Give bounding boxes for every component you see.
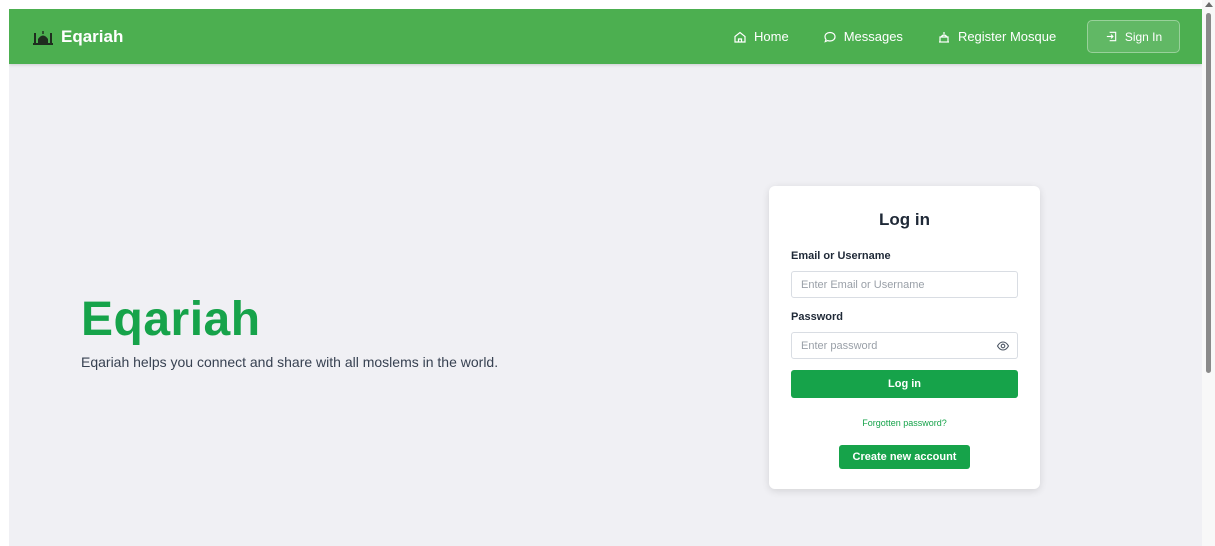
password-label: Password <box>791 311 843 323</box>
eye-icon[interactable] <box>996 339 1010 353</box>
login-button[interactable]: Log in <box>791 370 1018 398</box>
brand-name: Eqariah <box>61 26 124 46</box>
nav-register-mosque[interactable]: Register Mosque <box>937 29 1056 44</box>
mosque-outline-icon <box>938 31 949 43</box>
hero-title: Eqariah <box>81 293 261 346</box>
page-frame: Eqariah Home Messages Register Mosque Si… <box>9 9 1202 546</box>
sign-in-label: Sign In <box>1124 29 1163 44</box>
mosque-icon <box>33 30 53 45</box>
nav-links: Home Messages Register Mosque <box>733 9 1090 64</box>
nav-messages-label: Messages <box>843 29 903 44</box>
hero-section: Eqariah Eqariah helps you connect and sh… <box>81 292 498 370</box>
top-navbar: Eqariah Home Messages Register Mosque Si… <box>9 9 1202 64</box>
login-title: Log in <box>879 210 930 229</box>
sign-in-icon <box>1106 31 1117 42</box>
password-input[interactable] <box>791 332 1018 359</box>
login-card: Log in Email or Username Password Log in… <box>769 186 1040 489</box>
forgot-password-link[interactable]: Forgotten password? <box>769 418 1040 428</box>
email-label: Email or Username <box>791 250 891 262</box>
message-icon <box>824 31 836 43</box>
hero-subtitle: Eqariah helps you connect and share with… <box>81 354 499 370</box>
nav-register-mosque-label: Register Mosque <box>957 29 1057 44</box>
create-account-button[interactable]: Create new account <box>839 445 970 469</box>
scroll-up-arrow-icon[interactable] <box>1205 2 1213 7</box>
sign-in-button[interactable]: Sign In <box>1087 20 1180 53</box>
home-icon <box>734 31 746 43</box>
vertical-scrollbar[interactable] <box>1202 0 1215 546</box>
scrollbar-thumb[interactable] <box>1206 13 1211 373</box>
nav-messages[interactable]: Messages <box>823 29 903 44</box>
nav-home[interactable]: Home <box>733 29 789 44</box>
nav-home-label: Home <box>754 29 789 44</box>
brand-logo-link[interactable]: Eqariah <box>33 9 123 64</box>
email-input[interactable] <box>791 271 1018 298</box>
